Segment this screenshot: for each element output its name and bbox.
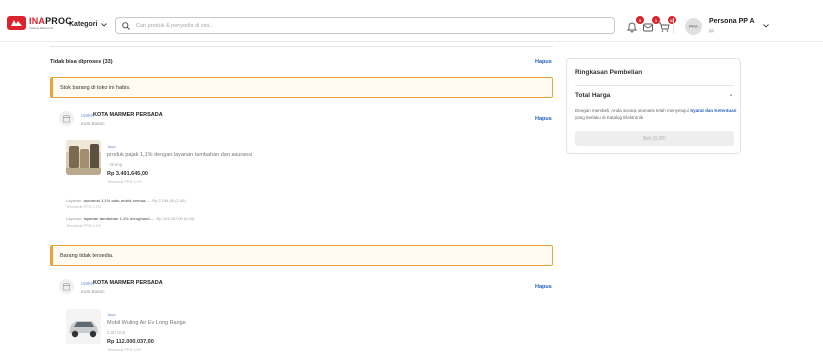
product-image[interactable] (66, 309, 101, 344)
kategori-dropdown[interactable]: Kategori (69, 21, 108, 28)
stock-alert: Stok barang di toko ini habis. (50, 77, 553, 98)
chevron-down-icon (101, 22, 108, 27)
product-quantity: 2,00 Unit (107, 330, 126, 335)
top-navigation-bar: INAPROC Katalog Elektronik Kategori 5 1 … (0, 0, 823, 42)
service-price: - Rp 101.007,00 (0,00) (152, 216, 195, 221)
purchase-summary-card: Ringkasan Pembelian Total Harga - Dengan… (566, 58, 741, 154)
product-image[interactable] (66, 140, 101, 175)
service-tax-note: Termasuk PPN 1,1% (66, 224, 102, 228)
product-category: Jasa (107, 312, 116, 317)
terms-note-text: yang berlaku di Katalog Elektronik. (575, 115, 645, 120)
cart-count-badge: 33 (668, 16, 676, 24)
buy-button[interactable]: Beli (0,00) (575, 131, 734, 146)
search-bar[interactable] (115, 17, 615, 34)
store-icon (59, 111, 74, 126)
service-name: asuransi 1,1% satu untuk semua... (83, 198, 149, 203)
service-price: - Rp 2.244,00 (1,00) (148, 198, 186, 203)
store-name[interactable]: KOTA MARMER PERSADA (93, 280, 163, 286)
header-divider (673, 18, 674, 34)
store-icon (59, 279, 74, 294)
product-tax-note: Termasuk PPN 12% (107, 348, 141, 352)
product-name[interactable]: produk pajak 1,1% dengan layanan tambaha… (107, 152, 252, 158)
search-icon (122, 21, 130, 30)
terms-link[interactable]: Syarat dan Ketentuan (690, 108, 736, 113)
product-category: Jasa (107, 144, 116, 149)
hapus-store-button[interactable]: Hapus (535, 116, 552, 122)
product-price: Rp 3.491.645,00 (107, 171, 148, 177)
search-input[interactable] (136, 22, 556, 29)
hapus-all-button[interactable]: Hapus (535, 59, 552, 65)
service-name: layanan tambahan 1,1% menghasil... (83, 216, 153, 221)
product-quantity: - Orang (107, 162, 123, 167)
unavailable-alert: Barang tidak tersedia. (50, 245, 553, 266)
product-name[interactable]: Mobil Wuling Air Ev Long Range (107, 320, 186, 326)
logo-word-accent: INA (29, 15, 46, 26)
store-name[interactable]: KOTA MARMER PERSADA (93, 112, 163, 118)
inbox-button[interactable]: 1 (642, 16, 660, 34)
product-tax-note: Termasuk PPN 1,1% (107, 180, 143, 184)
avatar[interactable]: PPA (685, 18, 702, 35)
inaproc-logo[interactable]: INAPROC Katalog Elektronik (7, 16, 72, 30)
store-city: Kota Batam (81, 289, 105, 294)
service-tax-note: Termasuk PPN 1,1% (66, 205, 102, 209)
summary-divider (575, 85, 734, 86)
service-line: Layanan: layanan tambahan 1,1% menghasil… (66, 216, 194, 221)
notification-button[interactable]: 5 (626, 16, 644, 34)
kategori-label: Kategori (69, 21, 98, 28)
content-top-divider (50, 46, 553, 47)
store-city: Kota Batam (81, 121, 105, 126)
total-price-label: Total Harga (575, 92, 611, 99)
user-role: pp (709, 28, 715, 33)
terms-note-text: Dengan membeli, Anda secara otomatis tel… (575, 108, 691, 113)
cart-button[interactable]: 33 (658, 16, 676, 34)
chevron-down-icon[interactable] (763, 24, 769, 28)
logo-subtitle: Katalog Elektronik (29, 25, 54, 30)
hapus-store-button[interactable]: Hapus (535, 284, 552, 290)
total-price-value: - (729, 92, 732, 99)
user-name[interactable]: Persona PP A (709, 18, 755, 25)
service-prefix: Layanan: (66, 216, 83, 221)
product-price: Rp 112.000.037,00 (107, 339, 154, 345)
section-title: Tidak bisa diproses (33) (50, 59, 113, 65)
inaproc-logo-icon (7, 16, 26, 30)
service-line: Layanan: asuransi 1,1% satu untuk semua.… (66, 198, 186, 203)
summary-title: Ringkasan Pembelian (575, 69, 643, 76)
logo-word-rest: PROC (45, 15, 72, 26)
service-prefix: Layanan: (66, 198, 83, 203)
terms-note: Dengan membeli, Anda secara otomatis tel… (575, 107, 737, 121)
